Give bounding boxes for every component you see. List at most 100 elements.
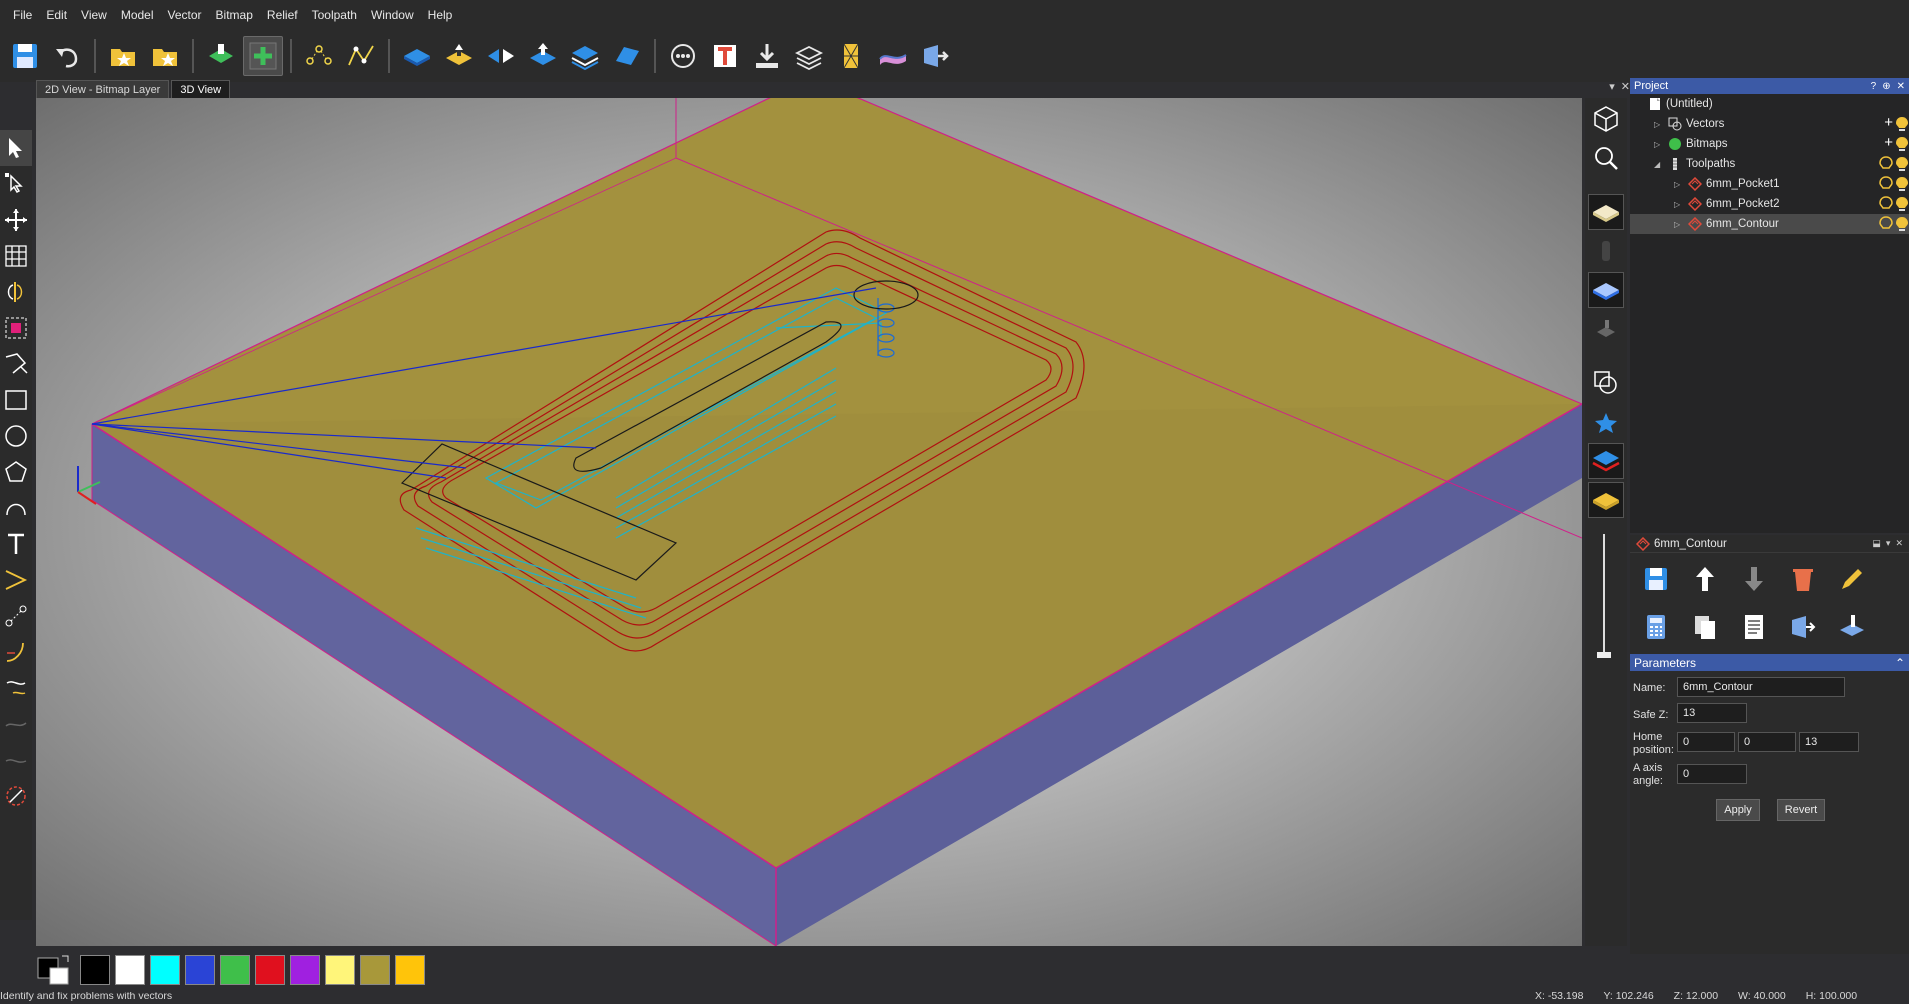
menu-help[interactable]: Help — [421, 0, 460, 30]
toggle-vectors-button[interactable] — [1588, 365, 1624, 401]
offset-tool-button[interactable] — [0, 562, 32, 598]
smooth-tool-button[interactable] — [0, 706, 32, 742]
menu-model[interactable]: Model — [114, 0, 161, 30]
calculate-button[interactable] — [1636, 607, 1676, 647]
favorite-folder-button[interactable] — [145, 36, 185, 76]
viewport-menu-icon[interactable]: ▾ — [1609, 80, 1615, 96]
home-x-input[interactable] — [1677, 732, 1735, 752]
tree-item-untitled[interactable]: (Untitled) — [1630, 94, 1909, 114]
toggle-layers-button[interactable] — [1588, 443, 1624, 479]
summary-button[interactable] — [1734, 607, 1774, 647]
move-up-button[interactable] — [1685, 559, 1725, 599]
menu-edit[interactable]: Edit — [39, 0, 74, 30]
relief-mirror-button[interactable] — [481, 36, 521, 76]
parameters-header[interactable]: Parameters ⌃ — [1630, 654, 1909, 671]
help-icon[interactable]: ? — [1871, 81, 1877, 92]
lightbulb-outline-icon[interactable] — [1879, 216, 1893, 232]
viewport-close-icon[interactable]: ✕ — [1621, 80, 1630, 96]
iso-view-button[interactable] — [1588, 101, 1624, 137]
lightbulb-icon[interactable] — [1895, 196, 1909, 212]
show-material-button[interactable] — [1588, 194, 1624, 230]
vector-curve-button[interactable] — [341, 36, 381, 76]
menu-bitmap[interactable]: Bitmap — [209, 0, 260, 30]
color-swatch[interactable] — [325, 955, 355, 985]
open-folder-button[interactable] — [103, 36, 143, 76]
select-tool-button[interactable] — [0, 130, 32, 166]
toggle-star-button[interactable] — [1588, 404, 1624, 440]
undo-button[interactable] — [47, 36, 87, 76]
show-simulation-button[interactable] — [1588, 311, 1624, 347]
edit-toolpath-button[interactable] — [1832, 559, 1872, 599]
node-edit-tool-button[interactable] — [0, 166, 32, 202]
expand-caret-icon[interactable]: ▷ — [1674, 220, 1684, 229]
menu-file[interactable]: File — [6, 0, 39, 30]
fillet-tool-button[interactable] — [0, 634, 32, 670]
toolpath-save-button[interactable] — [915, 36, 955, 76]
collapse-icon[interactable]: ⌃ — [1895, 656, 1905, 670]
apply-button[interactable]: Apply — [1716, 799, 1760, 821]
polygon-tool-button[interactable] — [0, 454, 32, 490]
3d-viewport[interactable] — [36, 98, 1582, 946]
pin-icon[interactable]: ⊕ — [1882, 81, 1890, 92]
relief-tilt-button[interactable] — [607, 36, 647, 76]
post-process-button[interactable] — [1783, 607, 1823, 647]
add-icon[interactable]: + — [1884, 115, 1893, 132]
break-tool-button[interactable] — [0, 742, 32, 778]
add-relief-button[interactable] — [243, 36, 283, 76]
model-layer-button[interactable] — [201, 36, 241, 76]
menu-window[interactable]: Window — [364, 0, 421, 30]
panel-close-icon[interactable]: ✕ — [1895, 538, 1903, 549]
fg-bg-color-icon[interactable] — [36, 954, 74, 986]
color-swatch[interactable] — [80, 955, 110, 985]
menu-vector[interactable]: Vector — [161, 0, 209, 30]
polyline-tool-button[interactable] — [0, 346, 32, 382]
grid-tool-button[interactable] — [0, 238, 32, 274]
transparency-slider[interactable] — [1596, 532, 1612, 662]
color-swatch[interactable] — [255, 955, 285, 985]
expand-caret-icon[interactable]: ▷ — [1654, 140, 1664, 149]
lightbulb-icon[interactable] — [1895, 116, 1909, 132]
tab-2d-view[interactable]: 2D View - Bitmap Layer — [36, 80, 170, 98]
tree-item-bitmaps[interactable]: ▷ Bitmaps + — [1630, 134, 1909, 154]
lightbulb-icon[interactable] — [1895, 156, 1909, 172]
mirror-tool-button[interactable] — [0, 274, 32, 310]
tree-item-6mm-pocket2[interactable]: ▷ 6mm_Pocket2 — [1630, 194, 1909, 214]
lightbulb-outline-icon[interactable] — [1879, 196, 1893, 212]
lightbulb-outline-icon[interactable] — [1879, 176, 1893, 192]
color-swatch[interactable] — [360, 955, 390, 985]
layers-button[interactable] — [789, 36, 829, 76]
circle-tool-button[interactable] — [0, 418, 32, 454]
tree-item-toolpaths[interactable]: ◢ Toolpaths — [1630, 154, 1909, 174]
simulate-toolpath-button[interactable] — [1832, 607, 1872, 647]
menu-view[interactable]: View — [74, 0, 114, 30]
join-tool-button[interactable] — [0, 670, 32, 706]
lightbulb-icon[interactable] — [1895, 136, 1909, 152]
show-tool-button[interactable] — [1588, 233, 1624, 269]
arc-tool-button[interactable] — [0, 490, 32, 526]
trim-tool-button[interactable] — [0, 598, 32, 634]
name-input[interactable] — [1677, 677, 1845, 697]
relief-stack-button[interactable] — [565, 36, 605, 76]
surface-button[interactable] — [873, 36, 913, 76]
expand-caret-icon[interactable]: ◢ — [1654, 160, 1664, 169]
color-swatch[interactable] — [220, 955, 250, 985]
panel-minimize-icon[interactable]: ▾ — [1886, 538, 1891, 549]
expand-caret-icon[interactable]: ▷ — [1674, 180, 1684, 189]
panel-float-icon[interactable]: ⬓ — [1872, 538, 1881, 549]
menu-relief[interactable]: Relief — [260, 0, 305, 30]
safez-input[interactable] — [1677, 703, 1747, 723]
color-swatch[interactable] — [290, 955, 320, 985]
home-y-input[interactable] — [1738, 732, 1796, 752]
tab-3d-view[interactable]: 3D View — [171, 80, 231, 98]
expand-caret-icon[interactable]: ▷ — [1674, 200, 1684, 209]
toggle-surface-button[interactable] — [1588, 482, 1624, 518]
close-icon[interactable]: ✕ — [1897, 81, 1905, 92]
home-z-input[interactable] — [1799, 732, 1859, 752]
revert-button[interactable]: Revert — [1777, 799, 1825, 821]
delete-toolpath-button[interactable] — [1783, 559, 1823, 599]
zoom-extents-button[interactable] — [1588, 140, 1624, 176]
aaxis-input[interactable] — [1677, 764, 1747, 784]
move-down-button[interactable] — [1734, 559, 1774, 599]
menu-toolpath[interactable]: Toolpath — [305, 0, 364, 30]
rectangle-tool-button[interactable] — [0, 382, 32, 418]
